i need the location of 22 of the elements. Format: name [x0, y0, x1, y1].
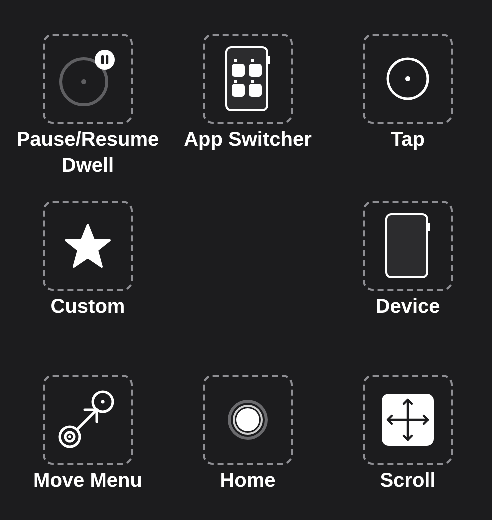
menu-slot-button[interactable]	[43, 375, 133, 465]
menu-item-label: Device	[374, 295, 442, 320]
menu-slot-button[interactable]	[363, 201, 453, 291]
menu-slot-button[interactable]	[363, 375, 453, 465]
home-button-icon	[226, 398, 270, 442]
menu-slot-button[interactable]	[203, 34, 293, 124]
menu-slot-button[interactable]	[43, 201, 133, 291]
scroll-arrows-icon	[382, 394, 434, 446]
tap-circle-icon	[385, 56, 431, 102]
app-grid-icon	[225, 46, 271, 112]
menu-slot-button[interactable]	[43, 34, 133, 124]
menu-slot-button[interactable]	[203, 375, 293, 465]
menu-item-label: Pause/Resume Dwell	[16, 128, 160, 179]
menu-item-label: Tap	[390, 128, 426, 153]
tablet-icon	[385, 213, 431, 279]
menu-item-label: Move Menu	[32, 469, 144, 494]
menu-item-label: App Switcher	[183, 128, 313, 153]
star-icon	[64, 223, 112, 269]
menu-item-label: Scroll	[379, 469, 437, 494]
menu-item-label: Home	[219, 469, 277, 494]
menu-slot-button[interactable]	[363, 34, 453, 124]
menu-item-label: Custom	[50, 295, 126, 320]
